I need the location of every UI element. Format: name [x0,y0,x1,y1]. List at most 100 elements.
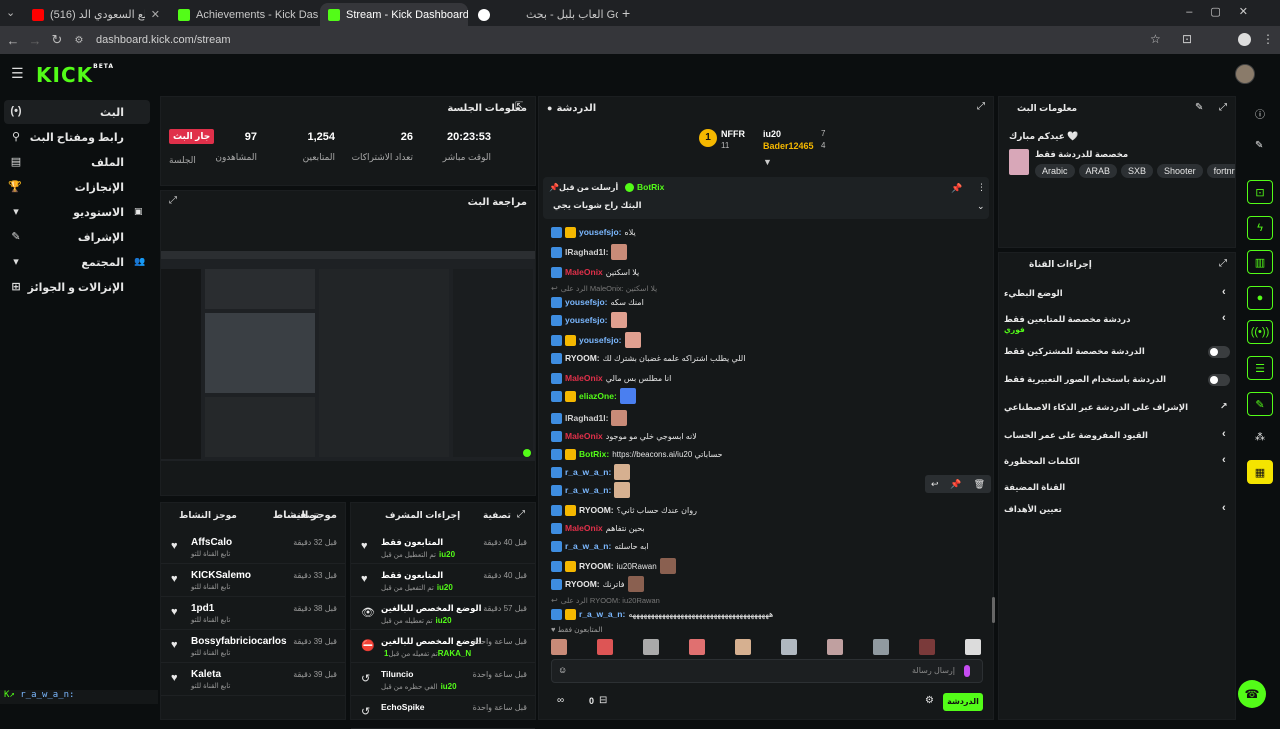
user-avatar[interactable] [1235,64,1255,84]
info-icon[interactable]: ⓘ [1255,106,1265,121]
users-icon[interactable]: ∞ [557,695,564,706]
sidebar-item-0[interactable]: البث (•) [4,100,150,124]
chat-message[interactable]: RYOOM: روان عندك حساب ثاني؟ [551,501,697,519]
lightning-tool-icon[interactable]: ϟ [1247,216,1273,240]
mod-action-row[interactable]: ↺ EchoSpike قبل ساعة واحدة [351,696,535,729]
activity-user[interactable]: 1pd1 [191,603,214,614]
activity-user[interactable]: Bossyfabriciocarlos [191,636,287,647]
chat-message[interactable]: lRaghad1l: [551,243,628,261]
chat-username[interactable]: BotRix: [579,449,609,459]
wrench-tool-icon[interactable]: ✎ [1247,392,1273,416]
chat-input[interactable]: ☺ إرسال رسالة [551,659,983,683]
chat-username[interactable]: MaleOnix [565,431,603,441]
menu-icon[interactable]: ☰ [11,65,24,82]
emote-option[interactable] [965,639,981,655]
chat-message[interactable]: yousefsjo: [551,331,641,349]
sidebar-item-4[interactable]: الاستوديو ▾ [4,200,150,224]
tab-youtube[interactable]: (516) هل تقدر تطلع السعودي الد...✕ [24,3,168,26]
emote-option[interactable] [551,639,567,655]
chat-username[interactable]: MaleOnix [565,373,603,383]
tab-search-icon[interactable]: ⌄ [6,6,15,19]
chat-message[interactable]: MaleOnix لانه ابسوجي خلي مو موجود [551,427,697,445]
channel-action-row[interactable]: الدردشة مخصصة للمشتركين فقط [1004,340,1232,364]
activity-user[interactable]: Kaleta [191,669,221,680]
stream-tag[interactable]: SXB [1121,164,1154,178]
channel-action-row[interactable]: الدردشة باستخدام الصور التعبيرية فقط [1004,368,1232,392]
stream-tag[interactable]: ARAB [1078,164,1118,178]
stream-category[interactable]: مخصصة للدردشة فقط [1035,149,1128,160]
chat-scrollbar[interactable] [992,597,995,623]
chat-message[interactable]: MaleOnix انا مطلس بس مالي [551,369,671,387]
list-tool-icon[interactable]: ☰ [1247,356,1273,380]
share-icon[interactable]: ⁂ [1255,432,1265,443]
chat-message[interactable]: yousefsjo: [551,311,627,329]
sidebar-item-1[interactable]: رابط ومفتاح البث ⚲ [4,125,150,149]
popout-icon[interactable]: ⤢ [169,195,177,206]
unpin-icon[interactable]: 📌 [951,183,962,194]
emote-option[interactable] [689,639,705,655]
channel-action-row[interactable]: تعيين الأهداف › [1004,498,1232,522]
chat-message[interactable]: RYOOM: اللي يطلب اشتراكه علمه غضبان بشترك… [551,349,745,367]
clapper-tool-icon[interactable]: ▦ [1247,460,1273,484]
stream-tag[interactable]: Shooter [1157,164,1203,178]
bookmark-icon[interactable]: ☆ [1150,32,1161,46]
chat-settings-icon[interactable]: ⚙ [925,695,934,706]
mod-action-user[interactable]: iu20 [441,682,457,691]
chat-username[interactable]: yousefsjo: [579,227,622,237]
emoji-icon[interactable]: ☺ [558,665,567,675]
chat-username[interactable]: r_a_w_a_n: [565,541,611,551]
mod-action-row[interactable]: ↺ Tiluncio الغي حظره من قبل iu20 قبل ساعة وا… [351,663,535,696]
tab-stream[interactable]: Stream - Kick Dashboard✕ [320,3,468,26]
toggle-switch[interactable] [1208,374,1230,386]
mod-action-row[interactable]: ♥ المتابعون فقط تم التعطيل من قبل iu20 قبل 4… [351,531,535,564]
chevron-down-icon[interactable]: ▼ [763,157,772,167]
mod-action-row[interactable]: ⛔ الوضع المخصص للبالغين تم تفعيله من قبل1R… [351,630,535,663]
kick-logo[interactable]: KICKBETA [36,63,114,87]
chat-username[interactable]: MaleOnix [565,267,603,277]
edit-icon[interactable]: ✎ [1255,140,1263,151]
channel-action-row[interactable]: القيود المفروضة على عمر الحساب › [1004,424,1232,448]
chat-message[interactable]: eliazOne: [551,387,636,405]
stream-tag[interactable]: fortnr [1206,164,1235,178]
tab-achievements[interactable]: Achievements - Kick Dashboard✕ [170,3,318,26]
send-button[interactable]: الدردشة [943,693,983,711]
chat-message[interactable]: BotRix: https://beacons.ai/iu20 حساباتي [551,445,723,463]
new-tab-button[interactable]: + [622,5,630,21]
chevron-right-icon[interactable]: › [1222,454,1226,466]
chat-message[interactable]: RYOOM: iu20Rawan [551,557,676,575]
chevron-right-icon[interactable]: › [1222,312,1226,324]
clip-tool-icon[interactable]: ⊡ [1247,180,1273,204]
sidebar-item-2[interactable]: الملف ▤ [4,150,150,174]
pinned-message[interactable]: 📌 أرسلت من قبل BotRix البثك راح شويات يج… [543,177,989,219]
chat-message[interactable]: r_a_w_a_n: [551,463,631,481]
window-controls[interactable]: –▢✕ [1186,5,1266,18]
mod-action-user[interactable]: iu20 [439,550,455,559]
emote-option[interactable] [919,639,935,655]
toggle-switch[interactable] [1208,346,1230,358]
chat-username[interactable]: eliazOne: [579,391,617,401]
url-field[interactable]: dashboard.kick.com/stream [96,34,231,46]
channel-action-row[interactable]: دردشة مخصصة للمتابعين فقط فوري › [1004,308,1232,334]
emote-option[interactable] [873,639,889,655]
stream-tag[interactable]: Arabic [1035,164,1075,178]
chat-username[interactable]: RYOOM: [565,353,600,363]
chat-username[interactable]: lRaghad1l: [565,247,608,257]
emote-option[interactable] [597,639,613,655]
popout-icon[interactable]: ⤢ [1219,102,1227,113]
chat-username[interactable]: lRaghad1l: [565,413,608,423]
mod-actions-filter-button[interactable]: تصفية [483,510,511,521]
emote-option[interactable] [643,639,659,655]
channel-action-row[interactable]: الكلمات المحظورة › [1004,450,1232,474]
emote-option[interactable] [827,639,843,655]
chat-username[interactable]: MaleOnix [565,523,603,533]
pin-icon[interactable]: 📌 [950,479,961,490]
chat-message[interactable]: r_a_w_a_n: ابه حاسلته [551,537,649,555]
mod-action-user[interactable]: iu20 [436,616,452,625]
activity-row[interactable]: ♥ 1pd1 تابع القناة للتو قبل 38 دقيقة [161,597,345,630]
stream-video[interactable] [161,251,535,461]
chat-username[interactable]: r_a_w_a_n: [579,609,625,619]
chat-message[interactable]: r_a_w_a_n: هههههههههههههههههههههههههههههه… [551,605,773,623]
edit-icon[interactable]: ✎ [1195,102,1203,113]
forward-icon[interactable]: → [24,33,46,48]
chat-tool-icon[interactable]: ● [1247,286,1273,310]
